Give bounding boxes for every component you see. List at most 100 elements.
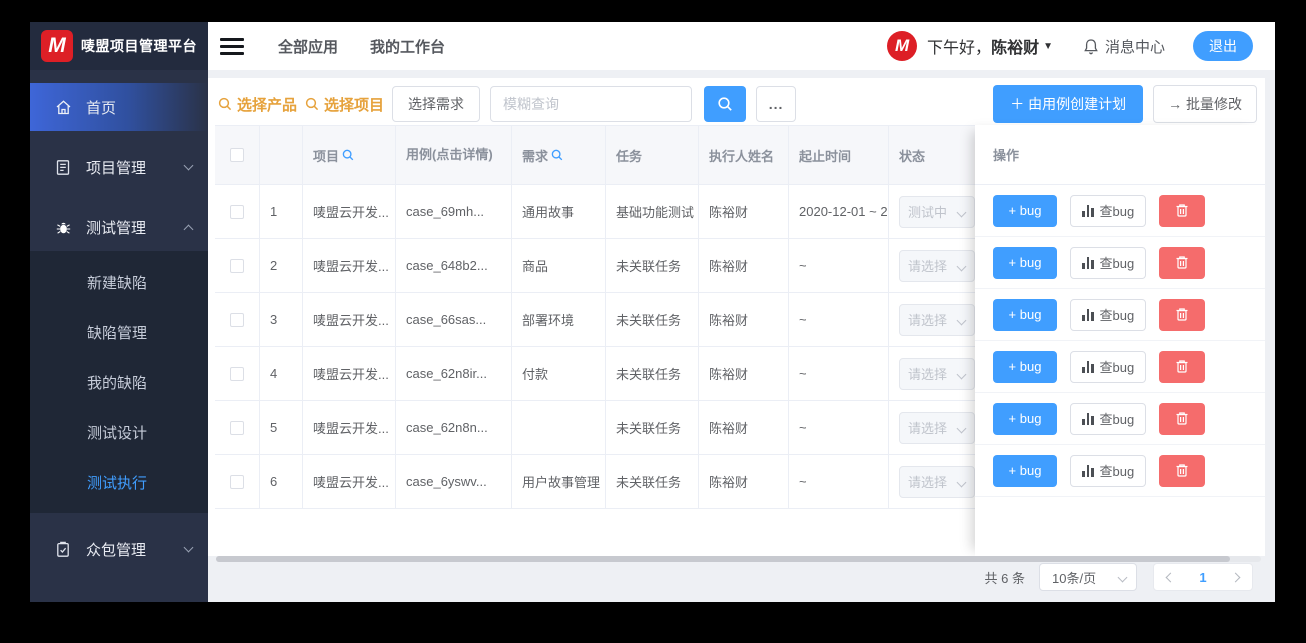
row-checkbox[interactable]	[230, 258, 244, 273]
select-project-link[interactable]: 选择项目	[305, 94, 384, 115]
cell-executor: 陈裕财	[699, 347, 789, 400]
bar-chart-icon	[1082, 256, 1094, 269]
add-bug-button[interactable]: + bug	[993, 194, 1057, 227]
greeting-text[interactable]: 下午好，陈裕财	[927, 34, 1039, 58]
next-page-button[interactable]	[1230, 572, 1241, 582]
delete-button[interactable]	[1159, 454, 1206, 487]
cell-case-link[interactable]: case_6yswv...	[396, 455, 512, 508]
sidebar-item-defect-mgmt[interactable]: 缺陷管理	[30, 307, 208, 357]
search-icon[interactable]	[342, 149, 354, 161]
trash-icon	[1176, 464, 1188, 477]
view-bug-label: 查bug	[1099, 412, 1135, 427]
search-icon[interactable]	[551, 149, 563, 161]
delete-button[interactable]	[1159, 194, 1206, 227]
pager: 1	[1153, 563, 1253, 591]
cell-case-link[interactable]: case_69mh...	[396, 185, 512, 238]
bar-chart-icon	[1082, 412, 1094, 425]
col-project-label: 项目	[313, 148, 340, 164]
cell-project: 唛盟云开发...	[303, 401, 396, 454]
view-bug-button[interactable]: 查bug	[1070, 246, 1147, 279]
status-select-value: 请选择	[908, 259, 948, 274]
bar-chart-icon	[1082, 360, 1094, 373]
sidebar-item-crowd-mgmt[interactable]: 众包管理	[30, 525, 208, 573]
status-select[interactable]: 请选择	[899, 465, 975, 498]
add-bug-button[interactable]: + bug	[993, 454, 1057, 487]
view-bug-button[interactable]: 查bug	[1070, 194, 1147, 227]
cell-requirement: 部署环境	[512, 293, 606, 346]
toolbar-right: ＋ 由用例创建计划 → 批量修改	[993, 85, 1257, 123]
bell-icon	[1084, 38, 1098, 54]
cell-period: ~	[789, 347, 889, 400]
nav-my-workbench[interactable]: 我的工作台	[370, 36, 445, 57]
sidebar-item-project-mgmt[interactable]: 项目管理	[30, 143, 208, 191]
prev-page-button[interactable]	[1165, 572, 1176, 582]
page-size-value: 10条/页	[1052, 570, 1097, 586]
cell-executor: 陈裕财	[699, 401, 789, 454]
sidebar-item-my-defects[interactable]: 我的缺陷	[30, 357, 208, 407]
cell-case-link[interactable]: case_62n8n...	[396, 401, 512, 454]
user-dropdown-caret-icon[interactable]: ▼	[1043, 41, 1053, 52]
page-size-select[interactable]: 10条/页	[1039, 563, 1137, 591]
delete-button[interactable]	[1159, 298, 1206, 331]
operations-column: 操作 + bug 查bug + bug 查bug + bug 查bug + bu…	[975, 125, 1265, 556]
search-button[interactable]	[704, 86, 747, 122]
row-index: 6	[260, 455, 303, 508]
chevron-down-icon	[956, 315, 967, 325]
sidebar-item-partial[interactable]	[30, 597, 208, 602]
cell-case-link[interactable]: case_66sas...	[396, 293, 512, 346]
message-center-link[interactable]: 消息中心	[1083, 36, 1165, 57]
more-filters-button[interactable]: ...	[756, 86, 797, 122]
select-all-checkbox[interactable]	[230, 148, 244, 162]
add-bug-button[interactable]: + bug	[993, 402, 1057, 435]
greeting-prefix: 下午好，	[927, 40, 992, 57]
fuzzy-search-input[interactable]	[490, 86, 693, 122]
row-index: 3	[260, 293, 303, 346]
table-row: 1 唛盟云开发... case_69mh... 通用故事 基础功能测试 陈裕财 …	[215, 185, 1005, 239]
logout-button[interactable]: 退出	[1193, 31, 1253, 61]
delete-button[interactable]	[1159, 246, 1206, 279]
menu-collapse-icon[interactable]	[220, 37, 244, 55]
status-select[interactable]: 测试中	[899, 195, 975, 228]
col-case: 用例(点击详情)	[396, 126, 512, 184]
row-checkbox[interactable]	[230, 474, 244, 489]
current-page[interactable]: 1	[1199, 570, 1206, 585]
nav-all-apps[interactable]: 全部应用	[278, 36, 338, 57]
sidebar-item-label: 众包管理	[86, 541, 147, 559]
add-bug-button[interactable]: + bug	[993, 350, 1057, 383]
view-bug-button[interactable]: 查bug	[1070, 298, 1147, 331]
row-checkbox[interactable]	[230, 204, 244, 219]
batch-edit-button[interactable]: → 批量修改	[1153, 85, 1257, 123]
add-bug-button[interactable]: + bug	[993, 298, 1057, 331]
cell-case-link[interactable]: case_62n8ir...	[396, 347, 512, 400]
user-avatar[interactable]: M	[887, 31, 918, 61]
cell-requirement	[512, 401, 606, 454]
select-requirement-button[interactable]: 选择需求	[392, 86, 481, 122]
row-checkbox[interactable]	[230, 366, 244, 381]
add-bug-button[interactable]: + bug	[993, 246, 1057, 279]
status-select[interactable]: 请选择	[899, 303, 975, 336]
delete-button[interactable]	[1159, 402, 1206, 435]
test-plan-table: 项目 用例(点击详情) 需求 任务 执行人姓名 起止时间 状态 1 唛盟云开发.…	[215, 125, 1005, 509]
row-checkbox[interactable]	[230, 420, 244, 435]
cell-period: ~	[789, 293, 889, 346]
select-product-link[interactable]: 选择产品	[218, 94, 297, 115]
sidebar-item-test-design[interactable]: 测试设计	[30, 407, 208, 457]
cell-case-link[interactable]: case_648b2...	[396, 239, 512, 292]
view-bug-button[interactable]: 查bug	[1070, 350, 1147, 383]
view-bug-button[interactable]: 查bug	[1070, 402, 1147, 435]
status-select[interactable]: 请选择	[899, 411, 975, 444]
view-bug-button[interactable]: 查bug	[1070, 454, 1147, 487]
sidebar-item-new-defect[interactable]: 新建缺陷	[30, 257, 208, 307]
sidebar-item-test-mgmt[interactable]: 测试管理	[30, 203, 208, 251]
cell-requirement: 商品	[512, 239, 606, 292]
col-executor: 执行人姓名	[699, 126, 789, 184]
app-window: M 唛盟项目管理平台 全部应用 我的工作台 M 下午好，陈裕财 ▼ 消息中心 退…	[30, 22, 1275, 602]
sidebar-item-home[interactable]: 首页	[30, 83, 208, 131]
sidebar-item-label: 项目管理	[86, 159, 147, 177]
status-select[interactable]: 请选择	[899, 249, 975, 282]
sidebar-item-test-execution[interactable]: 测试执行	[30, 457, 208, 507]
create-plan-from-case-button[interactable]: ＋ 由用例创建计划	[993, 85, 1144, 123]
status-select[interactable]: 请选择	[899, 357, 975, 390]
row-checkbox[interactable]	[230, 312, 244, 327]
delete-button[interactable]	[1159, 350, 1206, 383]
